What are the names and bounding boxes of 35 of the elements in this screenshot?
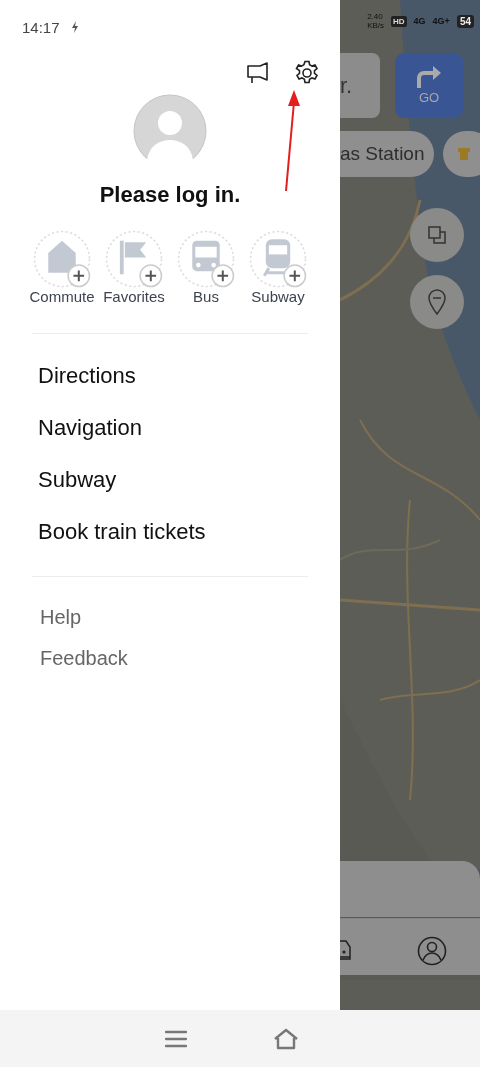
avatar-icon[interactable] bbox=[133, 94, 207, 168]
settings-icon[interactable] bbox=[294, 60, 320, 86]
layers-icon bbox=[427, 225, 447, 245]
shortcut-label[interactable]: Subway bbox=[251, 288, 305, 305]
shortcut-label[interactable]: Commute bbox=[29, 288, 95, 305]
menu-item[interactable]: Subway bbox=[38, 454, 117, 506]
turn-arrow-icon bbox=[416, 66, 442, 88]
charging-icon bbox=[69, 21, 80, 33]
hd-badge: HD bbox=[391, 15, 407, 27]
home-icon[interactable] bbox=[273, 1027, 299, 1050]
login-prompt[interactable]: Please log in. bbox=[99, 182, 241, 208]
shop-icon bbox=[457, 147, 471, 161]
flag-icon[interactable] bbox=[105, 230, 163, 288]
pin-icon bbox=[427, 289, 447, 315]
clock-time: 14:17 bbox=[22, 18, 60, 36]
megaphone-icon[interactable] bbox=[246, 61, 270, 85]
menu-icon[interactable] bbox=[165, 1029, 187, 1048]
network-label: 4G bbox=[413, 16, 426, 26]
house-icon[interactable] bbox=[33, 230, 91, 288]
shortcut-label[interactable]: Bus bbox=[193, 288, 219, 305]
menu-item[interactable]: Directions bbox=[38, 350, 136, 402]
category-chip[interactable]: as Station bbox=[340, 131, 434, 177]
menu-item[interactable]: Navigation bbox=[38, 402, 142, 454]
shortcut-label[interactable]: Favorites bbox=[103, 288, 165, 305]
bus-icon[interactable] bbox=[177, 230, 235, 288]
train-icon[interactable] bbox=[249, 230, 307, 288]
menu-item[interactable]: Book train tickets bbox=[38, 506, 206, 558]
search-field[interactable]: r. bbox=[340, 53, 380, 118]
menu-item[interactable]: Help bbox=[40, 597, 82, 638]
car-icon[interactable] bbox=[340, 937, 352, 963]
network-speed: 2.40 bbox=[367, 12, 384, 21]
speed-unit: KB/s bbox=[367, 21, 385, 30]
menu-item[interactable]: Feedback bbox=[40, 638, 128, 679]
network-label: 4G+ bbox=[432, 16, 450, 26]
person-icon[interactable] bbox=[417, 936, 447, 966]
